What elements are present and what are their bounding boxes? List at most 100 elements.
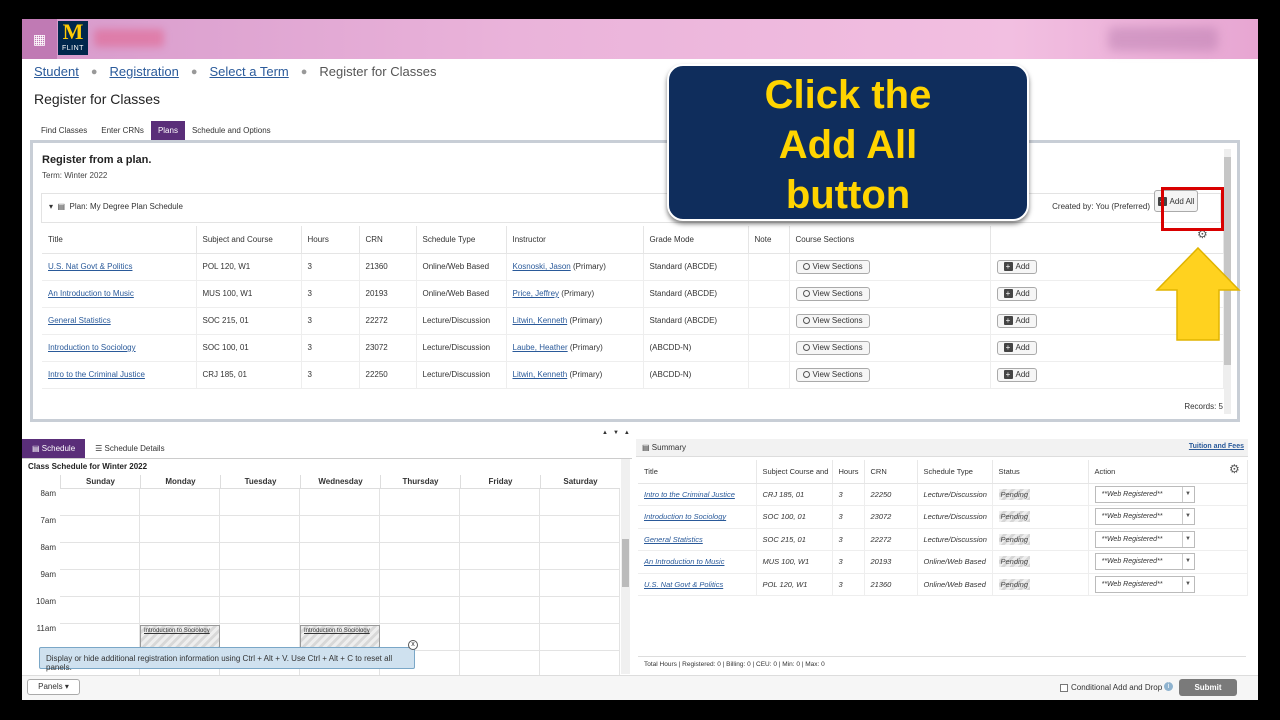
grade-mode: (ABCDD-N) — [643, 334, 749, 362]
instructor-role: (Primary) — [569, 316, 603, 325]
view-sections-button[interactable]: View Sections — [795, 286, 870, 301]
summary-title-link[interactable]: Introduction to Sociology — [644, 512, 726, 521]
instructor-link[interactable]: Laube, Heather — [513, 343, 568, 352]
view-sections-button[interactable]: View Sections — [795, 340, 870, 355]
panels-button[interactable]: Panels ▾ — [27, 679, 80, 695]
breadcrumb-select-term[interactable]: Select a Term — [210, 64, 289, 80]
day-header: Sunday — [60, 475, 140, 488]
instructor-link[interactable]: Litwin, Kenneth — [513, 316, 568, 325]
col-crn[interactable]: CRN — [359, 226, 417, 254]
view-sections-button[interactable]: View Sections — [795, 259, 870, 274]
hour-labels: 8am 7am 8am 9am 10am 11am — [22, 489, 58, 651]
panels-label: Panels — [38, 682, 63, 691]
breadcrumb-student[interactable]: Student — [34, 64, 79, 80]
add-label: Add — [1015, 370, 1030, 379]
info-icon[interactable]: i — [1164, 682, 1173, 691]
plus-icon: + — [1003, 343, 1013, 352]
conditional-checkbox[interactable] — [1060, 683, 1068, 692]
view-sections-button[interactable]: View Sections — [795, 313, 870, 328]
tab-plans[interactable]: Plans — [150, 121, 185, 140]
action-select[interactable]: **Web Registered** ▼ — [1094, 553, 1195, 571]
summary-type: Lecture/Discussion — [917, 528, 993, 551]
col-note[interactable]: Note — [748, 226, 790, 254]
tab-enter-crns[interactable]: Enter CRNs — [94, 121, 151, 140]
summary-totals: Total Hours | Registered: 0 | Billing: 0… — [638, 656, 1246, 672]
submit-button[interactable]: Submit — [1179, 679, 1237, 696]
note — [748, 361, 790, 389]
col-action[interactable]: Action — [1088, 460, 1248, 484]
summary-crn: 21360 — [864, 573, 918, 596]
chevron-down-icon: ▼ — [1181, 486, 1194, 502]
col-subject[interactable]: Subject and Course — [196, 226, 302, 254]
course-title-link[interactable]: U.S. Nat Govt & Politics — [48, 262, 132, 271]
breadcrumb-registration[interactable]: Registration — [109, 64, 178, 80]
plan-header-bar: ▾ ▤ Plan: My Degree Plan Schedule Create… — [41, 193, 1221, 223]
tab-find-classes[interactable]: Find Classes — [34, 121, 94, 140]
tab-schedule-details[interactable]: ☰ Schedule Details — [85, 439, 174, 458]
add-course-button[interactable]: + Add — [996, 286, 1037, 301]
action-select[interactable]: **Web Registered** ▼ — [1094, 575, 1195, 593]
table-row: An Introduction to Music MUS 100, W1 3 2… — [638, 550, 1248, 574]
summary-icon: ▤ — [642, 443, 652, 452]
col-title[interactable]: Title — [638, 460, 757, 484]
close-icon[interactable]: x — [408, 640, 418, 650]
tuition-fees-link[interactable]: Tuition and Fees — [1189, 443, 1244, 450]
hour-label: 8am — [40, 489, 56, 498]
summary-hours: 3 — [832, 505, 865, 529]
course-title-link[interactable]: General Statistics — [48, 316, 111, 325]
add-course-button[interactable]: + Add — [996, 367, 1037, 382]
summary-crn: 20193 — [864, 550, 918, 574]
table-row: General Statistics SOC 215, 01 3 22272 L… — [638, 528, 1248, 551]
col-crn[interactable]: CRN — [864, 460, 918, 484]
instructor-link[interactable]: Price, Jeffrey — [513, 289, 560, 298]
add-course-button[interactable]: + Add — [996, 259, 1037, 274]
action-select[interactable]: **Web Registered** ▼ — [1094, 485, 1195, 503]
panel-splitter-handle[interactable]: ▲ ▼ ▲ — [602, 430, 642, 436]
summary-title-link[interactable]: General Statistics — [644, 535, 703, 544]
col-schedule-type[interactable]: Schedule Type — [416, 226, 507, 254]
course-hours: 3 — [301, 280, 360, 308]
tab-schedule[interactable]: ▤ Schedule — [22, 439, 86, 458]
view-sections-button[interactable]: View Sections — [795, 367, 870, 382]
view-sections-label: View Sections — [812, 370, 863, 379]
callout-line: Click the — [764, 73, 932, 117]
schedule-scrollbar-thumb[interactable] — [622, 539, 629, 587]
breadcrumb-current: Register for Classes — [319, 64, 437, 79]
course-title-link[interactable]: An Introduction to Music — [48, 289, 134, 298]
col-course-sections[interactable]: Course Sections — [789, 226, 991, 254]
add-course-button[interactable]: + Add — [996, 313, 1037, 328]
course-title-link[interactable]: Introduction to Sociology — [48, 343, 136, 352]
col-schedule-type[interactable]: Schedule Type — [917, 460, 993, 484]
tab-schedule-options[interactable]: Schedule and Options — [185, 121, 278, 140]
hour-label: 10am — [35, 597, 56, 606]
apps-grid-icon[interactable]: ▦ — [22, 19, 57, 59]
summary-title-link[interactable]: U.S. Nat Govt & Politics — [644, 580, 723, 589]
plan-label[interactable]: ▾ ▤ Plan: My Degree Plan Schedule — [49, 202, 183, 211]
day-header: Saturday — [540, 475, 620, 488]
breadcrumb-separator: ● — [190, 66, 198, 78]
magnifier-icon — [802, 263, 810, 270]
conditional-add-drop[interactable]: Conditional Add and Drop — [1060, 683, 1162, 692]
instructor-link[interactable]: Kosnoski, Jason — [513, 262, 571, 271]
col-hours[interactable]: Hours — [832, 460, 865, 484]
summary-title-link[interactable]: Intro to the Criminal Justice — [644, 490, 735, 499]
add-course-button[interactable]: + Add — [996, 340, 1037, 355]
magnifier-icon — [802, 317, 810, 324]
action-select[interactable]: **Web Registered** ▼ — [1094, 508, 1195, 526]
summary-crn: 22250 — [864, 483, 918, 506]
action-value: **Web Registered** — [1101, 535, 1163, 543]
action-select[interactable]: **Web Registered** ▼ — [1094, 530, 1195, 548]
instructor-link[interactable]: Litwin, Kenneth — [513, 370, 568, 379]
col-title[interactable]: Title — [42, 226, 197, 254]
course-title-link[interactable]: Intro to the Criminal Justice — [48, 370, 145, 379]
col-subject[interactable]: Subject Course and — [756, 460, 833, 484]
col-instructor[interactable]: Instructor — [506, 226, 644, 254]
magnifier-icon — [802, 371, 810, 378]
collapse-caret-icon[interactable]: ▾ — [49, 202, 53, 211]
summary-title-link[interactable]: An Introduction to Music — [644, 557, 724, 566]
status-badge: Pending — [998, 578, 1031, 590]
col-hours[interactable]: Hours — [301, 226, 360, 254]
col-grade-mode[interactable]: Grade Mode — [643, 226, 749, 254]
university-logo[interactable]: M FLINT — [58, 21, 88, 55]
col-status[interactable]: Status — [992, 460, 1089, 484]
